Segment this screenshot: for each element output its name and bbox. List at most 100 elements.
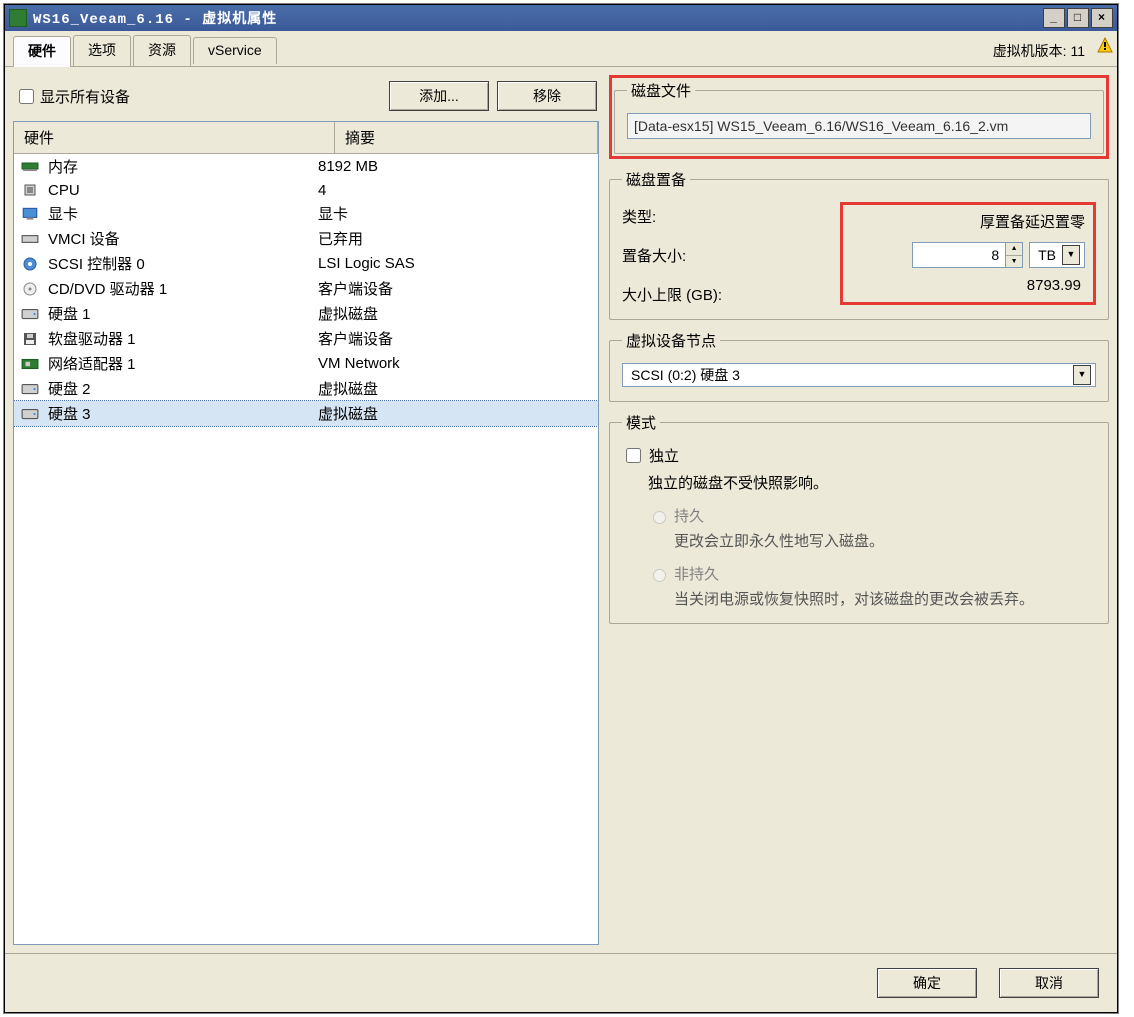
persistent-label: 持久 (674, 505, 704, 526)
table-row[interactable]: 硬盘 2虚拟磁盘 (14, 376, 598, 401)
device-summary: 客户端设备 (314, 328, 598, 349)
nonpersistent-radio[interactable]: 非持久 (648, 563, 1096, 584)
show-all-devices-label: 显示所有设备 (40, 86, 130, 107)
provisioning-highlight: 厚置备延迟置零 ▲▼ TB ▼ 8793.99 (840, 202, 1096, 305)
left-pane: 显示所有设备 添加... 移除 硬件 摘要 内存8192 MBCPU4显卡显卡V… (13, 75, 599, 945)
table-row[interactable]: 硬盘 3虚拟磁盘 (14, 401, 598, 426)
table-row[interactable]: SCSI 控制器 0LSI Logic SAS (14, 251, 598, 276)
spinner-arrows[interactable]: ▲▼ (1005, 243, 1022, 267)
prov-size-label: 置备大小: (622, 245, 832, 266)
vm-properties-window: WS16_Veeam_6.16 - 虚拟机属性 _ □ × 硬件 选项 资源 v… (4, 4, 1118, 1013)
device-summary: 虚拟磁盘 (314, 303, 598, 324)
cd-icon (20, 280, 40, 298)
nonpersistent-label: 非持久 (674, 563, 719, 584)
device-summary: 已弃用 (314, 228, 598, 249)
device-summary: LSI Logic SAS (314, 255, 598, 272)
prov-max-label: 大小上限 (GB): (622, 284, 832, 305)
independent-label: 独立 (649, 445, 679, 466)
persistent-note: 更改会立即永久性地写入磁盘。 (674, 530, 1096, 551)
device-name: CPU (48, 182, 314, 199)
maximize-button[interactable]: □ (1067, 8, 1089, 28)
device-summary: 8192 MB (314, 158, 598, 175)
device-name: CD/DVD 驱动器 1 (48, 278, 314, 299)
col-hardware[interactable]: 硬件 (14, 122, 335, 153)
add-button[interactable]: 添加... (389, 81, 489, 111)
tab-vservice[interactable]: vService (193, 37, 277, 64)
device-summary: 显卡 (314, 203, 598, 224)
table-row[interactable]: 硬盘 1虚拟磁盘 (14, 301, 598, 326)
tab-options[interactable]: 选项 (73, 35, 131, 66)
tab-bar: 硬件 选项 资源 vService 虚拟机版本: 11 (5, 31, 1117, 67)
size-unit-select[interactable]: TB ▼ (1029, 242, 1085, 268)
table-row[interactable]: CPU4 (14, 179, 598, 201)
vm-version-label: 虚拟机版本: 11 (993, 41, 1109, 61)
disk-file-legend: 磁盘文件 (627, 80, 695, 101)
device-summary: VM Network (314, 355, 598, 372)
persistent-radio[interactable]: 持久 (648, 505, 1096, 526)
device-node-value: SCSI (0:2) 硬盘 3 (631, 365, 1067, 385)
nic-icon (20, 355, 40, 373)
table-row[interactable]: 内存8192 MB (14, 154, 598, 179)
disk-file-path-input[interactable] (627, 113, 1091, 139)
col-summary[interactable]: 摘要 (335, 122, 598, 153)
disk-file-fieldset: 磁盘文件 (614, 80, 1104, 154)
cancel-button[interactable]: 取消 (999, 968, 1099, 998)
dialog-button-bar: 确定 取消 (5, 953, 1117, 1012)
video-icon (20, 205, 40, 223)
table-row[interactable]: 网络适配器 1VM Network (14, 351, 598, 376)
window-title: WS16_Veeam_6.16 - 虚拟机属性 (33, 8, 277, 28)
minimize-button[interactable]: _ (1043, 8, 1065, 28)
right-pane: 磁盘文件 磁盘置备 类型: 置备大小: 大小上限 (GB): 厚置备延迟置零 (609, 75, 1109, 945)
disk-icon (20, 380, 40, 398)
device-table: 硬件 摘要 内存8192 MBCPU4显卡显卡VMCI 设备已弃用SCSI 控制… (13, 121, 599, 945)
app-icon (9, 9, 27, 27)
size-unit-value: TB (1038, 247, 1056, 263)
chevron-down-icon[interactable]: ▼ (1073, 365, 1091, 385)
close-button[interactable]: × (1091, 8, 1113, 28)
device-name: 硬盘 3 (48, 403, 314, 424)
floppy-icon (20, 330, 40, 348)
provisioned-size-input[interactable] (913, 243, 1005, 267)
device-table-header: 硬件 摘要 (14, 122, 598, 154)
independent-checkbox[interactable]: 独立 (622, 445, 1096, 466)
show-all-devices-checkbox[interactable]: 显示所有设备 (15, 86, 130, 107)
scsi-icon (20, 255, 40, 273)
prov-type-value: 厚置备延迟置零 (851, 211, 1085, 234)
provisioned-size-spinner[interactable]: ▲▼ (912, 242, 1023, 268)
table-row[interactable]: CD/DVD 驱动器 1客户端设备 (14, 276, 598, 301)
independent-note: 独立的磁盘不受快照影响。 (648, 472, 1096, 493)
tab-hardware[interactable]: 硬件 (13, 36, 71, 67)
table-row[interactable]: 软盘驱动器 1客户端设备 (14, 326, 598, 351)
disk-file-highlight: 磁盘文件 (609, 75, 1109, 159)
tab-resources[interactable]: 资源 (133, 35, 191, 66)
table-row[interactable]: VMCI 设备已弃用 (14, 226, 598, 251)
device-summary: 虚拟磁盘 (314, 378, 598, 399)
device-name: SCSI 控制器 0 (48, 253, 314, 274)
table-row[interactable]: 显卡显卡 (14, 201, 598, 226)
device-name: 内存 (48, 156, 314, 177)
device-summary: 客户端设备 (314, 278, 598, 299)
chevron-down-icon[interactable]: ▼ (1062, 245, 1080, 265)
remove-button[interactable]: 移除 (497, 81, 597, 111)
device-node-fieldset: 虚拟设备节点 SCSI (0:2) 硬盘 3 ▼ (609, 330, 1109, 402)
vmci-icon (20, 230, 40, 248)
device-node-select[interactable]: SCSI (0:2) 硬盘 3 ▼ (622, 363, 1096, 387)
window-titlebar[interactable]: WS16_Veeam_6.16 - 虚拟机属性 _ □ × (5, 5, 1117, 31)
device-name: 硬盘 1 (48, 303, 314, 324)
prov-type-label: 类型: (622, 206, 832, 227)
prov-max-value: 8793.99 (847, 277, 1085, 296)
mode-legend: 模式 (622, 412, 660, 433)
device-name: 网络适配器 1 (48, 353, 314, 374)
device-name: VMCI 设备 (48, 228, 314, 249)
cpu-icon (20, 181, 40, 199)
warning-icon (1097, 37, 1113, 53)
disk-icon (20, 305, 40, 323)
device-summary: 虚拟磁盘 (314, 403, 598, 424)
device-name: 硬盘 2 (48, 378, 314, 399)
provisioning-legend: 磁盘置备 (622, 169, 690, 190)
nonpersistent-note: 当关闭电源或恢复快照时，对该磁盘的更改会被丢弃。 (674, 588, 1096, 609)
ok-button[interactable]: 确定 (877, 968, 977, 998)
device-name: 显卡 (48, 203, 314, 224)
provisioning-fieldset: 磁盘置备 类型: 置备大小: 大小上限 (GB): 厚置备延迟置零 ▲▼ (609, 169, 1109, 320)
device-name: 软盘驱动器 1 (48, 328, 314, 349)
